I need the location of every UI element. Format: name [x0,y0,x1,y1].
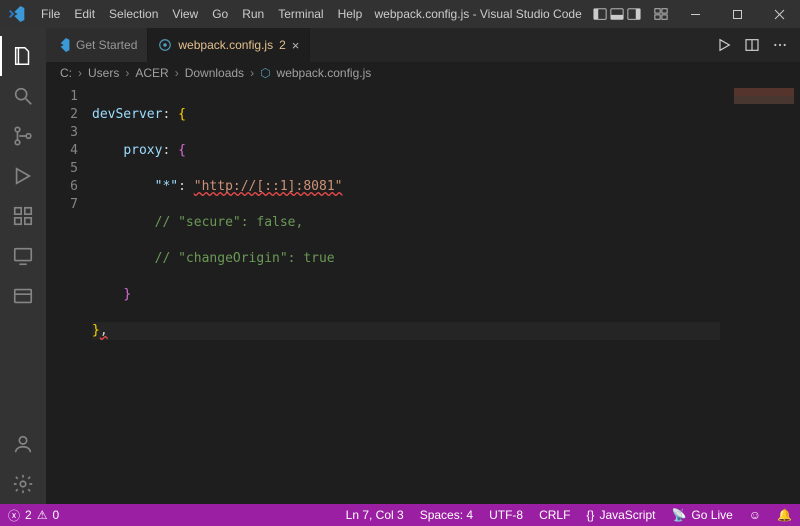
js-file-icon [158,38,172,52]
editor-actions [704,28,800,62]
search-icon[interactable] [0,76,46,116]
menu-edit[interactable]: Edit [67,0,102,28]
source-control-icon[interactable] [0,116,46,156]
status-eol[interactable]: CRLF [531,504,578,526]
code-editor[interactable]: devServer: { proxy: { "*": "http://[::1]… [92,84,720,504]
toggle-panel-bottom-icon[interactable] [610,7,624,21]
warning-icon: ⚠ [37,508,48,522]
status-notifications-icon[interactable]: 🔔 [769,504,800,526]
error-icon: ⓧ [8,507,20,524]
broadcast-icon: 📡 [671,508,686,522]
status-bar: ⓧ2 ⚠0 Ln 7, Col 3 Spaces: 4 UTF-8 CRLF {… [0,504,800,526]
menu-selection[interactable]: Selection [102,0,165,28]
status-problems[interactable]: ⓧ2 ⚠0 [0,504,67,526]
status-encoding[interactable]: UTF-8 [481,504,531,526]
status-cursor-position[interactable]: Ln 7, Col 3 [338,504,412,526]
window-controls [674,0,800,28]
menu-help[interactable]: Help [331,0,370,28]
menu-run[interactable]: Run [235,0,271,28]
minimap-content [734,88,794,104]
minimap[interactable] [720,84,800,504]
extensions-icon[interactable] [0,196,46,236]
line-number-gutter: 1 2 3 4 5 6 7 [46,84,92,504]
activity-bar [0,28,46,504]
tab-webpack-config[interactable]: webpack.config.js 2 × [148,28,310,62]
settings-gear-icon[interactable] [0,464,46,504]
js-file-icon: ⬡ [260,66,270,80]
customize-layout-icon[interactable] [654,7,668,21]
vscode-logo-icon [0,6,34,22]
minimize-button[interactable] [674,0,716,28]
breadcrumbs[interactable]: C:› Users› ACER› Downloads› ⬡ webpack.co… [46,62,800,84]
run-debug-icon[interactable] [0,156,46,196]
tab-label: webpack.config.js [178,38,273,52]
window-title: webpack.config.js - Visual Studio Code [369,7,587,21]
close-tab-icon[interactable]: × [292,38,300,53]
breadcrumb-segment[interactable]: Users [88,66,119,80]
status-language[interactable]: {}JavaScript [578,504,663,526]
editor-tab-bar: Get Started webpack.config.js 2 × [46,28,800,62]
status-indentation[interactable]: Spaces: 4 [412,504,481,526]
status-feedback-icon[interactable]: ☺ [741,504,769,526]
braces-icon: {} [586,508,594,522]
tab-get-started[interactable]: Get Started [46,28,148,62]
breadcrumb-segment[interactable]: C: [60,66,72,80]
menu-terminal[interactable]: Terminal [271,0,330,28]
tab-label: Get Started [76,38,137,52]
run-file-icon[interactable] [716,37,732,53]
breadcrumb-segment[interactable]: webpack.config.js [277,66,372,80]
layout-controls [593,7,641,21]
close-window-button[interactable] [758,0,800,28]
breadcrumb-segment[interactable]: ACER [135,66,168,80]
maximize-button[interactable] [716,0,758,28]
main-menu: File Edit Selection View Go Run Terminal… [34,0,369,28]
menu-view[interactable]: View [165,0,205,28]
title-bar: File Edit Selection View Go Run Terminal… [0,0,800,28]
remote-icon[interactable] [0,236,46,276]
split-editor-icon[interactable] [744,37,760,53]
menu-go[interactable]: Go [205,0,235,28]
toggle-panel-left-icon[interactable] [593,7,607,21]
breadcrumb-segment[interactable]: Downloads [185,66,244,80]
more-actions-icon[interactable] [772,37,788,53]
menu-file[interactable]: File [34,0,67,28]
toggle-panel-right-icon[interactable] [627,7,641,21]
account-icon[interactable] [0,424,46,464]
status-go-live[interactable]: 📡Go Live [663,504,740,526]
testing-icon[interactable] [0,276,46,316]
explorer-icon[interactable] [0,36,46,76]
vscode-tab-icon [56,38,70,52]
tab-problems-badge: 2 [279,38,286,52]
